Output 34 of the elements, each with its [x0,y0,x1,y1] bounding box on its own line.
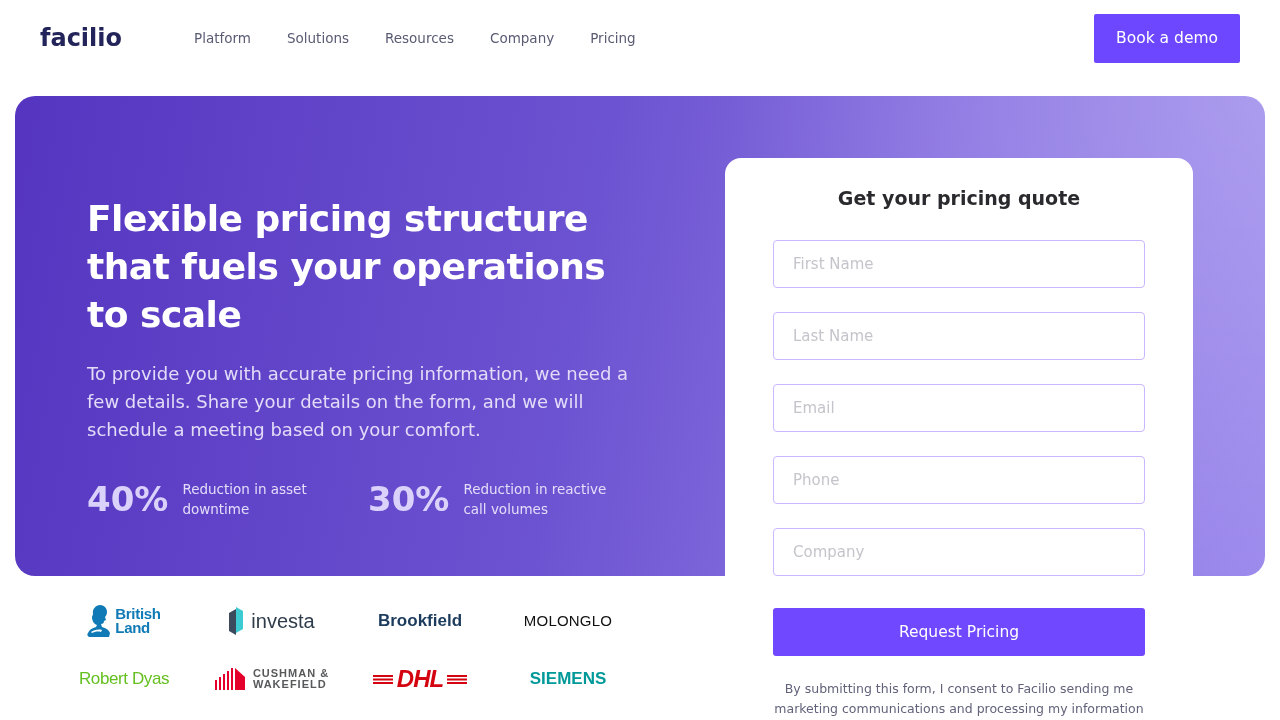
nav-link[interactable]: Pricing [590,30,636,46]
input-field[interactable]: First Name [773,240,1145,288]
form-title: Get your pricing quote [836,186,1082,211]
hero-description: To provide you with accurate pricing information, we need a few details. Share your details on the form, and we will schedule a meeting based on your comfort. [87,362,630,442]
input-field[interactable]: Email [773,384,1145,432]
client-logo-text: British Land [115,607,161,635]
bars-icon [214,668,245,690]
prism-icon [229,607,244,635]
bust-icon [87,604,112,638]
stripes-icon [447,674,468,684]
stripes-icon [372,674,393,684]
input-field[interactable]: Last Name [773,312,1145,360]
stat-value: 40% [87,479,169,519]
client-logo-text: DHL [396,666,444,692]
client-logo-text: investa [251,609,315,633]
client-logo-text: Robert Dyas [78,668,170,690]
book-demo-button[interactable]: Book a demo [1094,13,1240,63]
input-field[interactable]: Phone [773,456,1145,504]
stat-value: 30% [368,479,450,519]
input-field[interactable]: Company [773,528,1145,576]
request-pricing-button[interactable]: Request Pricing [773,608,1145,656]
stat-label: Reduction in asset downtime [182,480,308,519]
nav-link[interactable]: Resources [385,30,454,46]
nav-link[interactable]: Platform [194,30,251,46]
client-logo-text: Brookfield [377,610,463,632]
client-logo-text: MOLONGLO [523,611,613,631]
consent-text: By submitting this form, I consent to Facilio sending me marketing communications and processing my information [773,680,1145,718]
client-logo-text: SIEMENS [529,668,607,690]
nav-link[interactable]: Company [489,30,555,46]
nav-link[interactable]: Solutions [286,30,349,46]
client-logo-text: CUSHMAN & WAKEFIELD [252,668,330,690]
hero-heading: Flexible pricing structure that fuels your operations to scale [87,197,607,337]
brand-logo[interactable]: facilio [40,24,123,52]
stat-label: Reduction in reactive call volumes [463,480,608,519]
